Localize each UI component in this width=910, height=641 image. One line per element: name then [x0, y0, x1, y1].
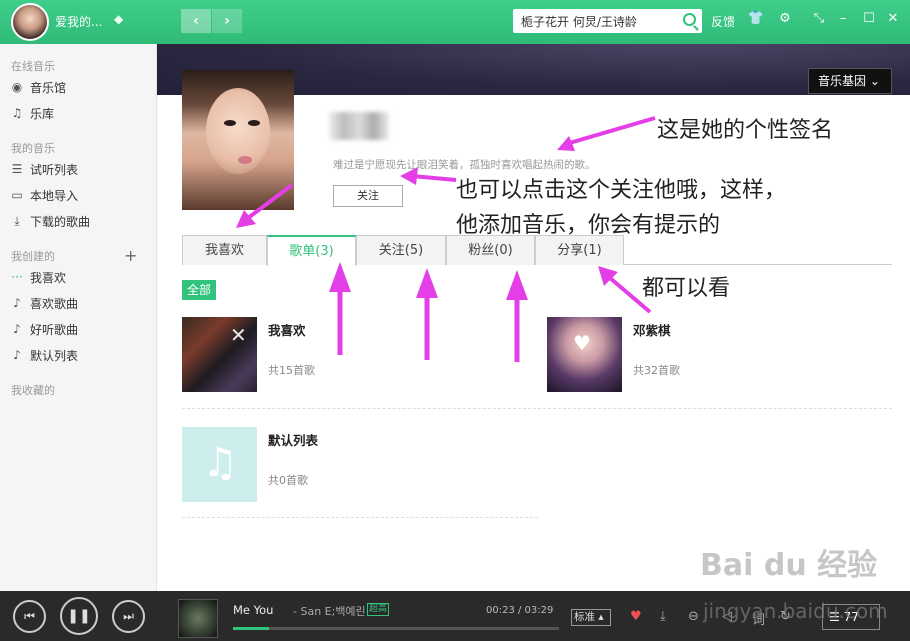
playlist-count: 共0首歌 — [268, 474, 308, 487]
playlist-title[interactable]: 邓紫棋 — [633, 320, 671, 339]
annotation-follow-1: 也可以点击这个关注他哦，这样， — [456, 178, 787, 203]
tab-fans[interactable]: 粉丝(0) — [446, 235, 535, 265]
sidebar-item-good-songs[interactable]: ♪ 好听歌曲 — [10, 319, 78, 339]
divider — [182, 517, 538, 518]
sidebar-item-downloads[interactable]: ⤓ 下载的歌曲 — [10, 211, 90, 231]
tab-following[interactable]: 关注(5) — [356, 235, 446, 265]
list-icon: ☰ — [11, 162, 23, 176]
divider — [182, 408, 892, 409]
section-my-music: 我的音乐 — [11, 142, 55, 155]
sidebar-item-library[interactable]: ♫ 乐库 — [10, 103, 54, 123]
filter-all-badge[interactable]: 全部 — [182, 280, 217, 300]
maximize-icon[interactable]: ☐ — [860, 11, 878, 26]
section-online-music: 在线音乐 — [11, 60, 55, 73]
previous-button[interactable]: ⏮ — [13, 600, 46, 633]
chevron-right-icon: › — [224, 13, 230, 29]
playlist-card[interactable]: ♥ 邓紫棋 共32首歌 — [547, 317, 847, 397]
sidebar-item-music-hall[interactable]: ◉ 音乐馆 — [10, 77, 66, 97]
next-icon: ⏭ — [123, 609, 134, 623]
follow-button[interactable]: 关注 — [333, 185, 403, 207]
top-bar: 爱我的... ◆ ‹ › 反馈 👕 ⚙ ⤡ – ☐ ✕ — [0, 0, 910, 44]
profile-signature: 难过是宁愿现先让眼泪笑着，孤独时喜欢唱起热闹的歌。 — [333, 159, 596, 171]
gear-icon[interactable]: ⚙ — [776, 11, 794, 26]
sidebar: 在线音乐 ◉ 音乐馆 ♫ 乐库 我的音乐 ☰ 试听列表 ▭ 本地导入 ⤓ 下载的歌曲 我创… — [0, 44, 157, 591]
playlist-title[interactable]: 默认列表 — [268, 430, 318, 449]
chevron-down-icon: ⌄ — [869, 74, 880, 88]
playlist-card[interactable]: ✕ 我喜欢 共15首歌 — [182, 317, 482, 397]
monitor-icon: ▭ — [11, 188, 23, 202]
profile-photo — [182, 70, 294, 210]
chevron-up-icon: ▴ — [598, 611, 604, 623]
section-collected: 我收藏的 — [11, 384, 55, 397]
dots-icon: ··· — [11, 270, 23, 284]
annotation-tabs: 都可以看 — [642, 276, 731, 301]
play-time: 00:23 / 03:29 — [486, 605, 554, 616]
tab-favorites[interactable]: 我喜欢 — [182, 235, 267, 265]
next-button[interactable]: ⏭ — [112, 600, 145, 633]
progress-track[interactable] — [233, 627, 559, 630]
section-created: 我创建的 — [11, 250, 55, 263]
music-gene-button[interactable]: 音乐基因 ⌄ — [808, 68, 892, 94]
avatar[interactable] — [11, 3, 49, 41]
blurred-username — [329, 112, 389, 140]
search-input[interactable] — [513, 9, 673, 33]
minimize-icon[interactable]: – — [834, 11, 852, 26]
tab-shares[interactable]: 分享(1) — [535, 235, 624, 265]
previous-icon: ⏮ — [24, 609, 35, 623]
feedback-link[interactable]: 反馈 — [711, 13, 735, 30]
music-note-icon: ♫ — [202, 440, 238, 486]
playlist-cover[interactable]: ✕ — [182, 317, 257, 392]
playlist-cover[interactable]: ♥ — [547, 317, 622, 392]
playlist-count: 共15首歌 — [268, 364, 315, 377]
sidebar-item-trial-list[interactable]: ☰ 试听列表 — [10, 159, 78, 179]
search-box — [513, 9, 702, 33]
headphones-icon: ♫ — [11, 106, 23, 120]
playlist-count: 共32首歌 — [633, 364, 680, 377]
progress-fill — [233, 627, 269, 630]
download-icon: ⤓ — [14, 213, 20, 228]
mini-mode-icon[interactable]: ⤡ — [810, 11, 828, 26]
close-icon[interactable]: ✕ — [884, 11, 902, 26]
watermark-brand: Bai du 经验 — [700, 548, 878, 583]
album-thumbnail[interactable] — [178, 599, 218, 638]
sidebar-item-liked-songs[interactable]: ♪ 喜欢歌曲 — [10, 293, 78, 313]
download-icon[interactable]: ⤓ — [660, 609, 666, 624]
pause-button[interactable]: ❚❚ — [60, 597, 98, 635]
music-note-icon: ♪ — [13, 322, 21, 336]
skin-icon[interactable]: 👕 — [747, 11, 765, 26]
profile-tabs: 我喜欢 歌单(3) 关注(5) 粉丝(0) 分享(1) — [182, 235, 892, 266]
forward-button[interactable]: › — [212, 9, 242, 33]
add-playlist-icon[interactable]: + — [124, 246, 137, 265]
hq-badge: 超高 — [367, 603, 390, 616]
music-note-icon: ♪ — [13, 348, 21, 362]
music-note-icon: ♪ — [13, 296, 21, 310]
annotation-follow-2: 他添加音乐，你会有提示的 — [456, 213, 721, 238]
playlist-card[interactable]: ♫ 默认列表 共0首歌 — [182, 427, 482, 507]
heart-icon[interactable]: ♥ — [630, 609, 642, 624]
pause-icon: ❚❚ — [67, 608, 91, 624]
song-title[interactable]: Me You — [233, 603, 273, 617]
sidebar-item-default-list[interactable]: ♪ 默认列表 — [10, 345, 78, 365]
username[interactable]: 爱我的... — [55, 13, 102, 30]
quality-select[interactable]: 标准 ▴ — [571, 609, 611, 626]
sidebar-item-my-favorites[interactable]: ··· 我喜欢 — [10, 267, 66, 287]
disc-icon: ◉ — [11, 80, 23, 94]
playlist-title[interactable]: 我喜欢 — [268, 320, 306, 339]
playlist-cover[interactable]: ♫ — [182, 427, 257, 502]
search-icon[interactable] — [683, 13, 696, 26]
song-artist[interactable]: - San E;백예린 — [293, 603, 366, 619]
diamond-icon[interactable]: ◆ — [114, 12, 123, 26]
watermark-site: jingyan.baidu.com — [703, 599, 888, 623]
annotation-signature: 这是她的个性签名 — [657, 118, 834, 143]
back-button[interactable]: ‹ — [181, 9, 211, 33]
tab-playlists[interactable]: 歌单(3) — [267, 235, 356, 266]
sidebar-item-local-import[interactable]: ▭ 本地导入 — [10, 185, 78, 205]
more-icon[interactable]: ⊖ — [688, 609, 699, 624]
chevron-left-icon: ‹ — [193, 13, 199, 29]
